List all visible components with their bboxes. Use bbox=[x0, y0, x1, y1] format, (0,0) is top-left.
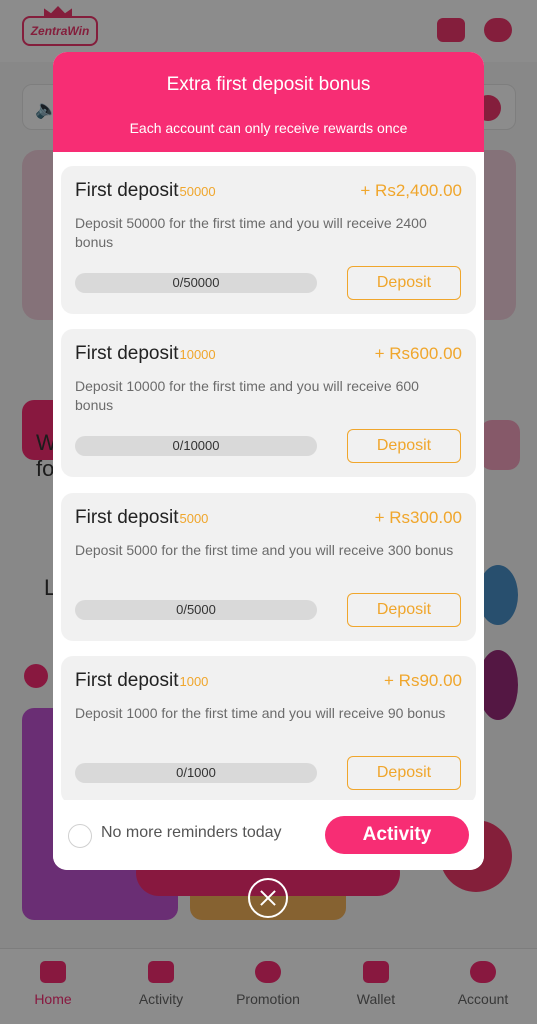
deposit-progress-bar: 0/5000 bbox=[75, 600, 317, 620]
bonus-title-text: First deposit bbox=[75, 507, 179, 528]
progress-text: 0/10000 bbox=[172, 438, 220, 453]
dialog-title: Extra first deposit bonus bbox=[166, 74, 371, 95]
bonus-card-title: First deposit5000 bbox=[75, 507, 208, 529]
bonus-reward: + Rs2,400.00 bbox=[360, 181, 462, 200]
bonus-card-title: First deposit50000 bbox=[75, 180, 216, 202]
bonus-reward: + Rs600.00 bbox=[374, 344, 462, 363]
activity-button[interactable]: Activity bbox=[325, 816, 469, 854]
bonus-threshold: 5000 bbox=[179, 511, 209, 526]
deposit-button[interactable]: Deposit bbox=[347, 756, 461, 790]
bonus-title-text: First deposit bbox=[75, 180, 179, 201]
bonus-description: Deposit 50000 for the first time and you… bbox=[75, 215, 427, 250]
bonus-reward: + Rs300.00 bbox=[374, 508, 462, 527]
bonus-description: Deposit 5000 for the first time and you … bbox=[75, 542, 454, 558]
bonus-card: First deposit5000 + Rs300.00 Deposit 500… bbox=[61, 493, 476, 641]
progress-text: 0/5000 bbox=[176, 602, 216, 617]
bonus-card-title: First deposit10000 bbox=[75, 343, 216, 365]
no-reminder-label[interactable]: No more reminders today bbox=[101, 824, 282, 842]
deposit-progress-bar: 0/50000 bbox=[75, 273, 317, 293]
bonus-reward: + Rs90.00 bbox=[384, 671, 462, 690]
bonus-description: Deposit 1000 for the first time and you … bbox=[75, 705, 446, 721]
bonus-card: First deposit10000 + Rs600.00 Deposit 10… bbox=[61, 329, 476, 477]
deposit-button[interactable]: Deposit bbox=[347, 266, 461, 300]
bonus-description: Deposit 10000 for the first time and you… bbox=[75, 378, 419, 413]
bonus-card-title: First deposit1000 bbox=[75, 670, 208, 692]
deposit-button[interactable]: Deposit bbox=[347, 593, 461, 627]
close-icon[interactable] bbox=[248, 878, 288, 918]
bonus-card: First deposit1000 + Rs90.00 Deposit 1000… bbox=[61, 656, 476, 800]
bonus-title-text: First deposit bbox=[75, 670, 179, 691]
bonus-title-text: First deposit bbox=[75, 343, 179, 364]
deposit-progress-bar: 0/1000 bbox=[75, 763, 317, 783]
bonus-list[interactable]: First deposit50000 + Rs2,400.00 Deposit … bbox=[53, 152, 484, 800]
bonus-card: First deposit50000 + Rs2,400.00 Deposit … bbox=[61, 166, 476, 314]
dialog-subtitle: Each account can only receive rewards on… bbox=[129, 120, 408, 136]
progress-text: 0/50000 bbox=[172, 275, 220, 290]
bonus-threshold: 1000 bbox=[179, 674, 209, 689]
bonus-threshold: 50000 bbox=[179, 184, 216, 199]
first-deposit-bonus-dialog: Extra first deposit bonus Each account c… bbox=[53, 52, 484, 870]
dialog-footer: No more reminders today Activity bbox=[53, 800, 484, 870]
deposit-button[interactable]: Deposit bbox=[347, 429, 461, 463]
dialog-header: Extra first deposit bonus Each account c… bbox=[53, 52, 484, 152]
bonus-threshold: 10000 bbox=[179, 347, 216, 362]
progress-text: 0/1000 bbox=[176, 765, 216, 780]
no-reminder-checkbox[interactable] bbox=[68, 824, 92, 848]
deposit-progress-bar: 0/10000 bbox=[75, 436, 317, 456]
